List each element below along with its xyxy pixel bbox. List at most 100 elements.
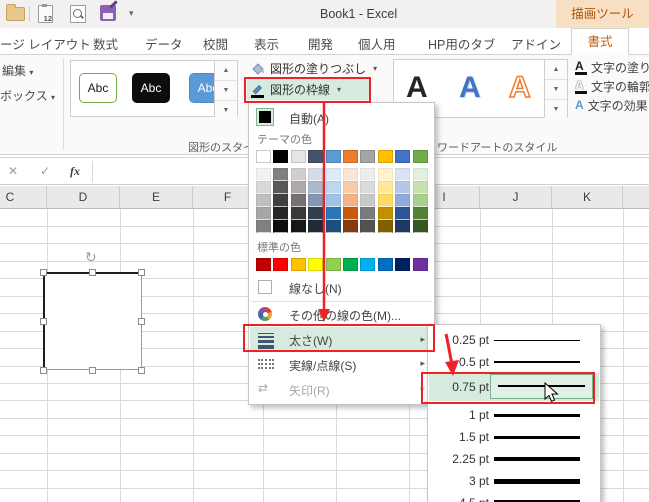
ribbon-tab-8[interactable]: HP用のタブ <box>428 34 495 53</box>
selection-handle[interactable] <box>40 367 47 374</box>
shape-outline-button[interactable]: 図形の枠線▾ <box>247 79 370 100</box>
standard-color-swatch[interactable] <box>360 258 375 271</box>
ribbon-tab-4[interactable]: 校閲 <box>203 34 228 53</box>
weight-option-3pt[interactable]: 3 pt <box>429 470 599 492</box>
cancel-icon[interactable]: ✕ <box>8 164 18 178</box>
theme-color-variant-swatch[interactable] <box>326 168 341 181</box>
theme-color-variant-swatch[interactable] <box>326 194 341 207</box>
theme-color-variant-swatch[interactable] <box>308 220 323 233</box>
theme-color-variant-swatch[interactable] <box>308 181 323 194</box>
column-header[interactable] <box>623 186 649 208</box>
theme-color-variant-swatch[interactable] <box>326 220 341 233</box>
menu-item-automatic[interactable]: 自動(A) <box>250 106 433 129</box>
theme-color-variant-swatch[interactable] <box>343 207 358 220</box>
menu-item-more-line-colors[interactable]: その他の線の色(M)... <box>250 303 433 326</box>
theme-color-variant-swatch[interactable] <box>378 194 393 207</box>
theme-color-variant-swatch[interactable] <box>273 168 288 181</box>
edit-button[interactable]: 編集 ▾ <box>2 62 33 79</box>
ribbon-tab-1[interactable]: ージ レイアウト <box>0 34 91 53</box>
text-effects-button[interactable]: A 文字の効果 <box>575 97 648 113</box>
clipboard-icon[interactable]: 12 <box>38 5 53 23</box>
theme-color-variant-swatch[interactable] <box>273 181 288 194</box>
theme-color-variant-swatch[interactable] <box>378 181 393 194</box>
theme-color-swatch[interactable] <box>291 150 306 163</box>
theme-color-variant-swatch[interactable] <box>256 181 271 194</box>
theme-color-variant-swatch[interactable] <box>360 207 375 220</box>
theme-color-swatch[interactable] <box>273 150 288 163</box>
wordart-scroll-down-icon[interactable]: ▼ <box>545 80 567 100</box>
ribbon-tab-5[interactable]: 表示 <box>254 34 279 53</box>
column-header-E[interactable]: E <box>120 186 193 208</box>
wordart-style-thumbnail[interactable]: A <box>406 73 428 103</box>
theme-color-variant-swatch[interactable] <box>308 168 323 181</box>
weight-option-0.75pt[interactable]: 0.75 pt <box>429 373 599 401</box>
text-outline-button[interactable]: A 文字の輪郭 <box>575 78 649 94</box>
text-fill-button[interactable]: A 文字の塗り <box>575 59 649 75</box>
standard-color-swatch[interactable] <box>378 258 393 271</box>
selection-handle[interactable] <box>40 269 47 276</box>
theme-color-swatch[interactable] <box>413 150 428 163</box>
ribbon-tab-10[interactable]: 書式 <box>571 28 629 55</box>
wordart-style-thumbnail[interactable]: A <box>459 73 481 103</box>
theme-color-variant-swatch[interactable] <box>308 194 323 207</box>
theme-color-variant-swatch[interactable] <box>256 220 271 233</box>
theme-color-variant-swatch[interactable] <box>413 168 428 181</box>
theme-color-variant-swatch[interactable] <box>256 207 271 220</box>
print-preview-icon[interactable] <box>70 5 86 23</box>
standard-color-swatch[interactable] <box>291 258 306 271</box>
selected-rectangle-shape[interactable] <box>43 272 142 370</box>
menu-item-dashes[interactable]: 実線/点線(S) ▸ <box>250 353 433 376</box>
wordart-more-icon[interactable]: ▼ <box>545 100 567 119</box>
theme-color-variant-swatch[interactable] <box>413 181 428 194</box>
standard-color-swatch[interactable] <box>343 258 358 271</box>
theme-color-swatch[interactable] <box>308 150 323 163</box>
open-folder-icon[interactable] <box>6 7 25 21</box>
theme-color-variant-swatch[interactable] <box>291 181 306 194</box>
insert-function-icon[interactable]: fx <box>70 164 80 179</box>
theme-color-swatch[interactable] <box>326 150 341 163</box>
theme-color-variant-swatch[interactable] <box>273 207 288 220</box>
ribbon-tab-2[interactable]: 数式 <box>93 34 118 53</box>
text-box-button[interactable]: ボックス ▾ <box>0 87 55 104</box>
theme-color-variant-swatch[interactable] <box>395 220 410 233</box>
selection-handle[interactable] <box>138 318 145 325</box>
ribbon-tab-9[interactable]: アドイン <box>511 34 561 53</box>
standard-color-swatch[interactable] <box>273 258 288 271</box>
standard-color-swatch[interactable] <box>395 258 410 271</box>
shape-style-thumbnail[interactable]: Abc <box>79 73 117 103</box>
save-icon[interactable] <box>100 5 116 21</box>
wordart-scroll-up-icon[interactable]: ▲ <box>545 60 567 80</box>
shape-fill-button[interactable]: 図形の塗りつぶし▾ <box>250 58 377 79</box>
theme-color-variant-swatch[interactable] <box>395 194 410 207</box>
theme-color-swatch[interactable] <box>378 150 393 163</box>
theme-color-variant-swatch[interactable] <box>413 207 428 220</box>
theme-color-variant-swatch[interactable] <box>378 207 393 220</box>
theme-color-variant-swatch[interactable] <box>395 181 410 194</box>
wordart-style-thumbnail[interactable]: A <box>509 73 531 103</box>
rotate-handle-icon[interactable]: ↻ <box>85 249 97 266</box>
ribbon-tab-7[interactable]: 個人用 <box>358 34 396 53</box>
theme-color-variant-swatch[interactable] <box>273 194 288 207</box>
theme-color-variant-swatch[interactable] <box>343 194 358 207</box>
weight-option-4.5pt[interactable]: 4.5 pt <box>429 492 599 502</box>
theme-color-variant-swatch[interactable] <box>291 168 306 181</box>
column-header-K[interactable]: K <box>552 186 623 208</box>
standard-color-swatch[interactable] <box>256 258 271 271</box>
qat-more-icon[interactable]: ▾ <box>129 8 134 19</box>
standard-color-swatch[interactable] <box>413 258 428 271</box>
theme-color-variant-swatch[interactable] <box>256 168 271 181</box>
enter-icon[interactable]: ✓ <box>40 164 50 178</box>
theme-color-variant-swatch[interactable] <box>256 194 271 207</box>
column-header-C[interactable]: C <box>0 186 47 208</box>
theme-color-variant-swatch[interactable] <box>378 220 393 233</box>
gallery-more-icon[interactable]: ▼ <box>215 101 237 120</box>
theme-color-variant-swatch[interactable] <box>343 168 358 181</box>
theme-color-variant-swatch[interactable] <box>308 207 323 220</box>
selection-handle[interactable] <box>89 367 96 374</box>
theme-color-variant-swatch[interactable] <box>291 194 306 207</box>
weight-option-1pt[interactable]: 1 pt <box>429 404 599 426</box>
menu-item-no-line[interactable]: 線なし(N) <box>250 276 433 299</box>
theme-color-variant-swatch[interactable] <box>343 220 358 233</box>
selection-handle[interactable] <box>138 269 145 276</box>
theme-color-variant-swatch[interactable] <box>273 220 288 233</box>
